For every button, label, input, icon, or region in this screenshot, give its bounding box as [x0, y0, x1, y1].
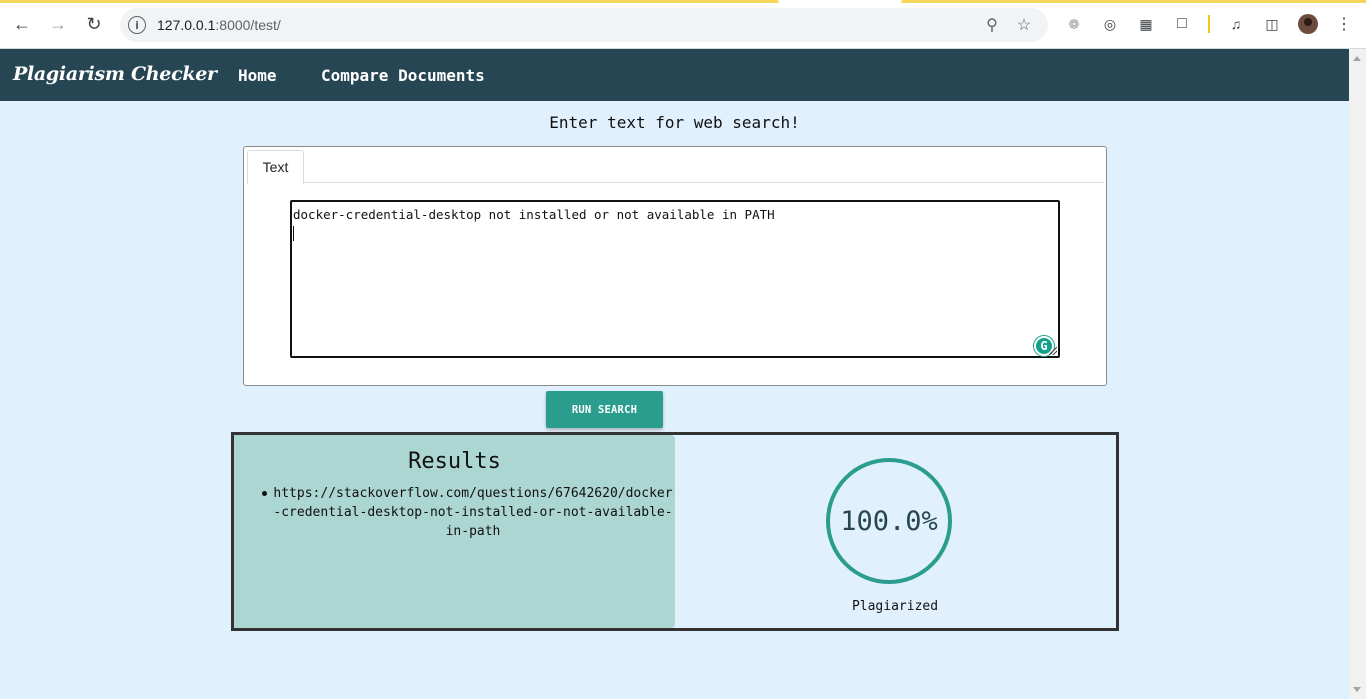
url-text[interactable]: 127.0.0.1:8000/test/ [157, 17, 281, 33]
extension-icon[interactable]: ❁ [1063, 13, 1085, 35]
qr-code-icon[interactable]: ▦ [1135, 13, 1157, 35]
zoom-icon[interactable]: ⚲ [982, 15, 1002, 35]
extension-icon[interactable]: ◎ [1099, 13, 1121, 35]
plagiarism-gauge: 100.0% [826, 458, 952, 584]
scroll-down-icon[interactable] [1353, 687, 1361, 692]
forward-arrow-icon[interactable]: → [46, 12, 70, 36]
resize-handle-icon[interactable] [1049, 347, 1057, 355]
chrome-accent-bar [0, 0, 1366, 3]
puzzle-extensions-icon[interactable]: □ [1171, 13, 1193, 35]
plagiarism-label: Plagiarized [851, 599, 939, 614]
text-input-panel: Text docker-credential-desktop not insta… [243, 146, 1107, 386]
results-title: Results [408, 449, 501, 474]
media-control-icon[interactable]: ♫ [1225, 13, 1247, 35]
results-list: https://stackoverflow.com/questions/6764… [258, 484, 674, 541]
url-path: :8000/test/ [215, 17, 281, 33]
more-menu-icon[interactable]: ⋮ [1333, 13, 1355, 35]
scroll-up-icon[interactable] [1353, 56, 1361, 61]
brand-logo[interactable]: Plagiarism Checker [13, 63, 217, 85]
search-text-value: docker-credential-desktop not installed … [293, 207, 775, 222]
run-search-button[interactable]: RUN SEARCH [546, 391, 663, 428]
side-panel-icon[interactable]: ◫ [1261, 13, 1283, 35]
browser-toolbar: ← → ↻ i 127.0.0.1:8000/test/ ⚲ ☆ ❁ ◎ ▦ □… [0, 0, 1366, 49]
reload-icon[interactable]: ↻ [82, 12, 106, 36]
tab-text[interactable]: Text [247, 150, 304, 184]
tab-strip-divider [246, 182, 1104, 183]
url-host: 127.0.0.1 [157, 17, 216, 33]
app-navbar: Plagiarism Checker Home Compare Document… [0, 49, 1349, 101]
results-panel: Results https://stackoverflow.com/questi… [234, 435, 675, 628]
toolbar-divider [1208, 15, 1210, 33]
address-bar[interactable]: i 127.0.0.1:8000/test/ ⚲ ☆ [120, 8, 1048, 42]
page-heading: Enter text for web search! [549, 113, 800, 132]
search-text-area[interactable]: docker-credential-desktop not installed … [290, 200, 1060, 358]
results-section: Results https://stackoverflow.com/questi… [231, 432, 1119, 631]
profile-avatar[interactable] [1298, 14, 1318, 34]
back-arrow-icon[interactable]: ← [10, 12, 34, 36]
info-icon[interactable]: i [128, 16, 146, 34]
page-scrollbar[interactable] [1349, 49, 1366, 699]
text-caret [293, 226, 294, 241]
plagiarism-percentage: 100.0% [840, 505, 938, 537]
nav-link-home[interactable]: Home [238, 66, 277, 85]
nav-link-compare-documents[interactable]: Compare Documents [321, 66, 485, 85]
bookmark-star-icon[interactable]: ☆ [1014, 15, 1034, 35]
result-link[interactable]: https://stackoverflow.com/questions/6764… [258, 484, 674, 541]
